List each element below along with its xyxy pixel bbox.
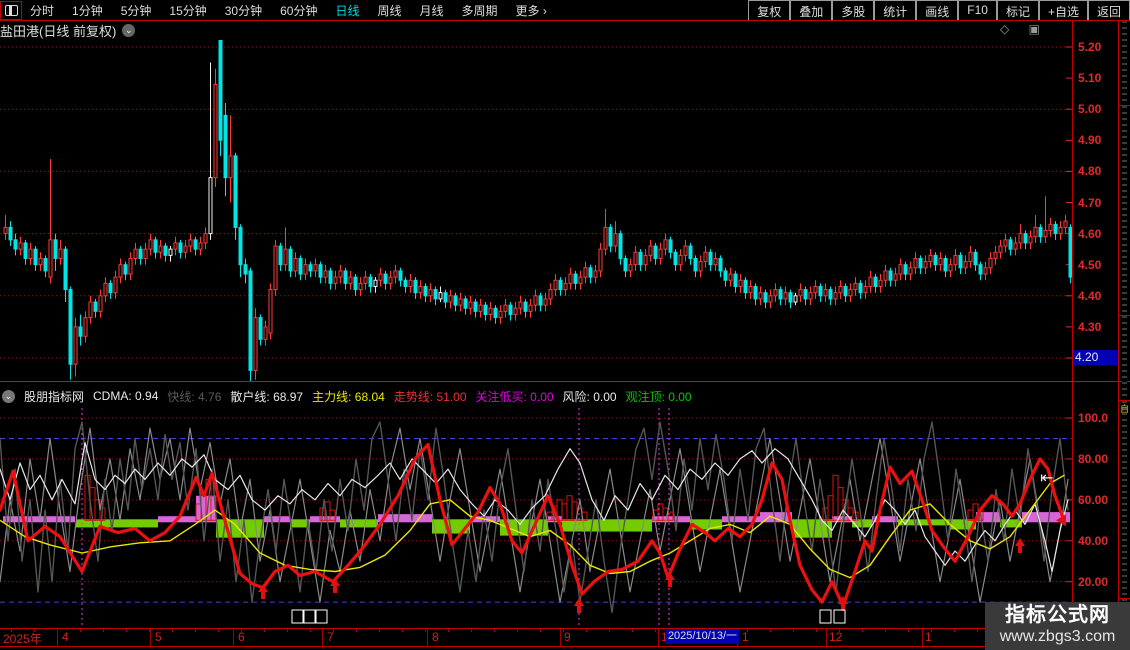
axis-tick	[540, 629, 541, 632]
month-label: 4	[62, 630, 69, 644]
month-label: 5	[155, 630, 162, 644]
axis-tick	[632, 629, 633, 632]
indicator-scale-label: 80.00	[1078, 451, 1109, 466]
indicator-field-散户线: 散户线: 68.97	[230, 389, 304, 404]
axis-tick	[126, 629, 127, 632]
month-label: 12	[829, 630, 843, 644]
main-scale-label: 4.40	[1078, 288, 1102, 303]
month-separator	[922, 629, 923, 646]
app-window: { "topbar": { "periods": [ {"label":"分时"…	[0, 0, 1130, 650]
axis-tick	[793, 629, 794, 632]
main-scale-label: 4.80	[1078, 164, 1102, 179]
month-separator	[560, 629, 561, 646]
main-scale-label: 4.70	[1078, 195, 1102, 210]
watermark-url: www.zbgs3.com	[999, 628, 1116, 645]
side-tab[interactable]	[1119, 105, 1130, 316]
date-axis[interactable]: 2025年 4 5 6 7 8 9 1 1 12 1	[0, 628, 1072, 647]
month-label: 7	[327, 630, 334, 644]
axis-tick	[977, 629, 978, 632]
indicator-field-走势线: 走势线: 51.00	[393, 389, 467, 404]
month-label: 9	[564, 630, 571, 644]
axis-tick	[264, 629, 265, 632]
main-scale-label: 4.30	[1078, 319, 1102, 334]
month-separator	[658, 629, 659, 646]
month-label: 8	[432, 630, 439, 644]
axis-tick	[310, 629, 311, 632]
indicator-field-风险: 风险: 0.00	[562, 389, 617, 404]
axis-tick	[586, 629, 587, 632]
axis-tick	[402, 629, 403, 632]
axis-tick	[149, 629, 150, 632]
main-scale-label: 4.60	[1078, 226, 1102, 241]
axis-tick	[103, 629, 104, 632]
main-scale-label: 4.50	[1078, 257, 1102, 272]
axis-tick	[770, 629, 771, 632]
axis-tick	[379, 629, 380, 632]
axis-tick	[494, 629, 495, 632]
axis-tick	[448, 629, 449, 632]
axis-tick	[655, 629, 656, 632]
axis-tick	[195, 629, 196, 632]
axis-tick	[954, 629, 955, 632]
side-tab[interactable]	[1119, 315, 1130, 401]
month-separator	[427, 629, 428, 646]
month-label: 2025年	[3, 632, 42, 646]
indicator-field-主力线: 主力线: 68.04	[312, 389, 385, 404]
axis-tick	[356, 629, 357, 632]
axis-tick	[885, 629, 886, 632]
axis-tick	[609, 629, 610, 632]
indicator-scale-label: 60.00	[1078, 492, 1109, 507]
indicator-field-观注顶: 观注顶: 0.00	[625, 389, 692, 404]
indicator-field-CDMA: CDMA: 0.94	[93, 389, 159, 403]
axis-tick	[57, 629, 58, 632]
axis-tick	[172, 629, 173, 632]
axis-tick	[908, 629, 909, 632]
axis-tick	[287, 629, 288, 632]
month-separator	[322, 629, 323, 646]
main-scale-label: 5.10	[1078, 71, 1102, 86]
axis-tick	[816, 629, 817, 632]
indicator-scale-label: 20.00	[1078, 574, 1109, 589]
indicator-scale-label: 40.00	[1078, 533, 1109, 548]
main-scale-label: 4.90	[1078, 133, 1102, 148]
axis-tick	[80, 629, 81, 632]
main-scale-label: 5.20	[1078, 40, 1102, 54]
indicator-header: ⌄ 股朋指标网 CDMA: 0.94 快线: 4.76 散户线: 68.97 主力线:…	[2, 388, 692, 404]
panel-separator	[0, 381, 1130, 382]
indicator-field-快线: 快线: 4.76	[167, 389, 222, 404]
axis-tick	[425, 629, 426, 632]
month-label: 6	[238, 630, 245, 644]
axis-tick	[471, 629, 472, 632]
month-label: 1	[742, 630, 749, 644]
indicator-source-label: 股朋指标网	[24, 389, 85, 404]
month-label: 1	[925, 630, 932, 644]
side-tab[interactable]	[1119, 400, 1130, 599]
axis-tick	[862, 629, 863, 632]
axis-tick	[517, 629, 518, 632]
price-highlight-badge: 4.20	[1073, 350, 1117, 365]
month-separator	[150, 629, 151, 646]
month-separator	[826, 629, 827, 646]
main-scale-label: 5.00	[1078, 102, 1102, 117]
side-tab[interactable]	[1119, 20, 1130, 106]
watermark: 指标公式网 www.zbgs3.com	[985, 602, 1130, 650]
axis-tick	[218, 629, 219, 632]
crosshair-date-badge: 2025/10/13/一	[666, 629, 739, 644]
indicator-collapse-icon[interactable]: ⌄	[2, 389, 15, 403]
mouse-cursor-icon: ⇤	[1040, 470, 1054, 487]
right-side-tab-strip[interactable]: 自	[1118, 20, 1130, 650]
month-separator	[233, 629, 234, 646]
watermark-title: 指标公式网	[1005, 604, 1110, 626]
charts-canvas[interactable]	[0, 0, 1130, 650]
side-tab-label: 自	[1120, 404, 1130, 414]
indicator-field-关注低买: 关注低买: 0.00	[475, 389, 554, 404]
indicator-scale-label: 100.0	[1078, 411, 1109, 425]
